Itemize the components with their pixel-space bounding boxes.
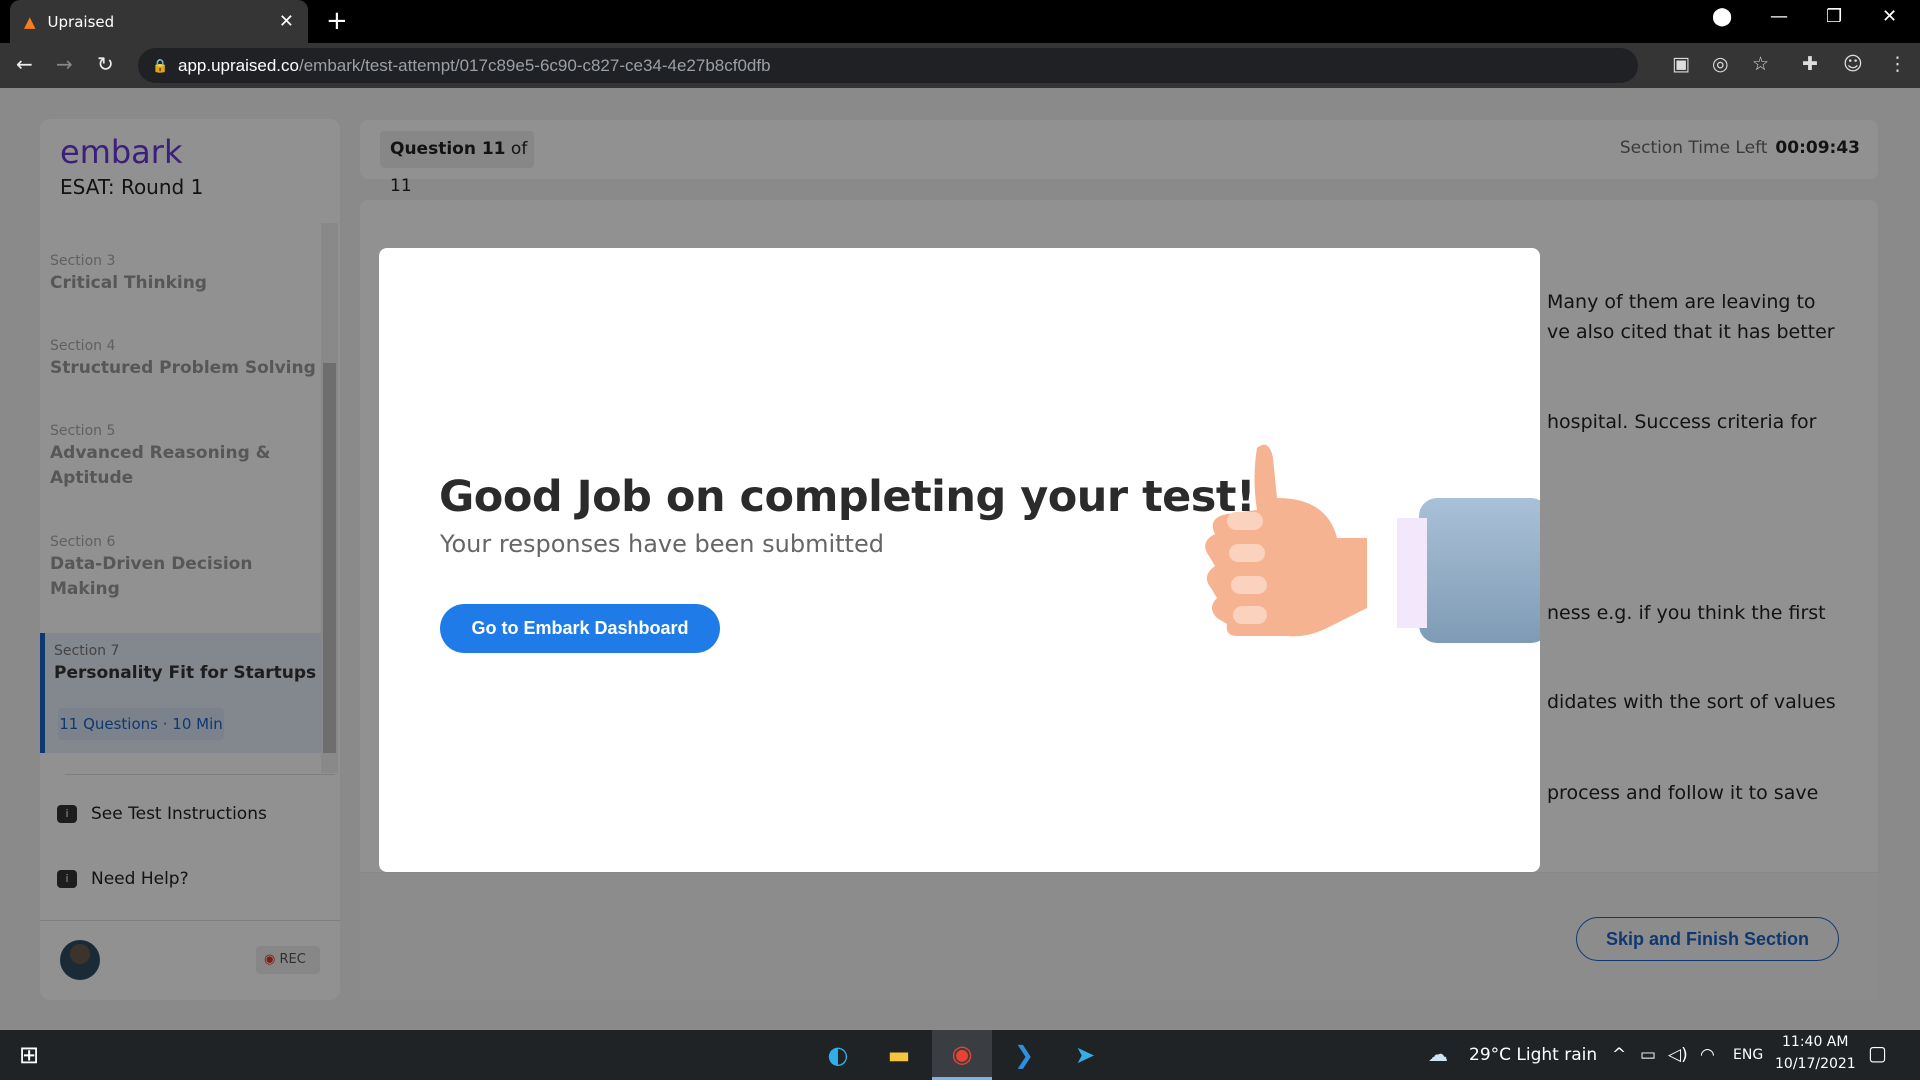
minimize-button[interactable]: — <box>1770 6 1788 27</box>
browser-tab-strip: ▲ Upraised ✕ + ⬤ — ❐ ✕ <box>0 0 1920 43</box>
clock-time[interactable]: 11:40 AM <box>1782 1034 1848 1050</box>
file-explorer-icon[interactable]: ▬ <box>882 1040 916 1070</box>
reload-icon[interactable]: ↻ <box>97 52 114 76</box>
telegram-icon[interactable]: ➤ <box>1068 1040 1102 1070</box>
url-path: /embark/test-attempt/017c89e5-6c90-c827-… <box>298 56 771 75</box>
profile-avatar-icon[interactable]: ☺ <box>1843 53 1863 75</box>
tray-chevron-icon[interactable]: ^ <box>1612 1045 1626 1065</box>
language-indicator[interactable]: ENG <box>1733 1047 1763 1063</box>
edge-icon[interactable]: ◐ <box>821 1040 855 1070</box>
eye-off-icon[interactable]: ◎ <box>1712 53 1729 75</box>
url-host: app.upraised.co <box>178 56 299 75</box>
back-icon[interactable]: ← <box>16 52 33 76</box>
url-input[interactable]: 🔒 app.upraised.co/embark/test-attempt/01… <box>138 48 1638 83</box>
modal-title: Good Job on completing your test! <box>439 472 1256 522</box>
volume-icon[interactable]: ◁) <box>1668 1045 1688 1065</box>
upraised-favicon-icon: ▲ <box>24 12 36 31</box>
new-tab-button[interactable]: + <box>326 6 348 36</box>
profile-dropdown-icon[interactable]: ⬤ <box>1712 6 1732 27</box>
battery-icon[interactable]: ▭ <box>1640 1045 1656 1065</box>
close-window-button[interactable]: ✕ <box>1882 6 1897 27</box>
completion-modal: Good Job on completing your test! Your r… <box>379 248 1540 872</box>
close-tab-icon[interactable]: ✕ <box>279 11 294 32</box>
weather-cloud-icon: ☁ <box>1428 1042 1448 1066</box>
browser-tab[interactable]: ▲ Upraised ✕ <box>10 0 308 43</box>
modal-subtitle: Your responses have been submitted <box>440 530 884 558</box>
windows-start-icon[interactable]: ⊞ <box>12 1040 46 1070</box>
address-bar-row: ← → ↻ 🔒 app.upraised.co/embark/test-atte… <box>0 43 1920 88</box>
vscode-icon[interactable]: ❯ <box>1007 1040 1041 1070</box>
clock-date[interactable]: 10/17/2021 <box>1775 1056 1856 1072</box>
forward-icon[interactable]: → <box>56 52 73 76</box>
weather-text[interactable]: 29°C Light rain <box>1469 1045 1597 1065</box>
wifi-icon[interactable]: ◠ <box>1700 1045 1715 1065</box>
menu-icon[interactable]: ⋮ <box>1888 53 1907 75</box>
go-to-dashboard-button[interactable]: Go to Embark Dashboard <box>440 604 720 653</box>
extensions-icon[interactable]: ✚ <box>1802 53 1818 75</box>
windows-taskbar: ⊞ ◐ ▬ ◉ ❯ ➤ ☁ 29°C Light rain ^ ▭ ◁) ◠ E… <box>0 1030 1920 1080</box>
tab-title: Upraised <box>47 12 115 31</box>
thumbs-up-illustration-icon <box>1205 444 1540 643</box>
notifications-icon[interactable]: ▢ <box>1868 1041 1887 1065</box>
star-icon[interactable]: ☆ <box>1752 53 1769 75</box>
camera-blocked-icon[interactable]: ▣ <box>1672 53 1690 75</box>
lock-icon: 🔒 <box>152 58 169 73</box>
chrome-icon[interactable]: ◉ <box>932 1030 992 1080</box>
restore-button[interactable]: ❐ <box>1826 6 1842 27</box>
